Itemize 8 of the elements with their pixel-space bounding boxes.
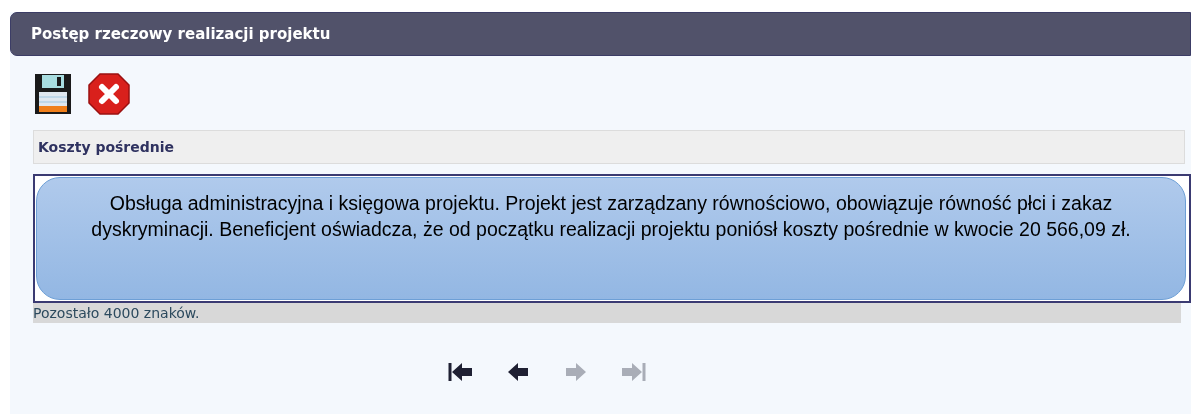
cancel-icon[interactable] bbox=[87, 72, 131, 116]
description-callout: Obsługa administracyjna i księgowa projektu. Projekt jest zarządzany równościowo, obowiązuje równość płci i zakaz dyskryminacji. Beneficjent oświadcza, że od początku realizacji projektu poniósł koszty pośrednie w kwocie 20 566,09 zł. bbox=[36, 177, 1186, 300]
save-icon[interactable] bbox=[33, 72, 73, 116]
section-label: Koszty pośrednie bbox=[38, 139, 175, 155]
panel-title: Postęp rzeczowy realizacji projektu bbox=[31, 25, 331, 43]
previous-page-icon[interactable] bbox=[506, 361, 530, 383]
first-page-icon[interactable] bbox=[448, 361, 472, 383]
character-counter: Pozostało 4000 znaków. bbox=[33, 305, 200, 321]
